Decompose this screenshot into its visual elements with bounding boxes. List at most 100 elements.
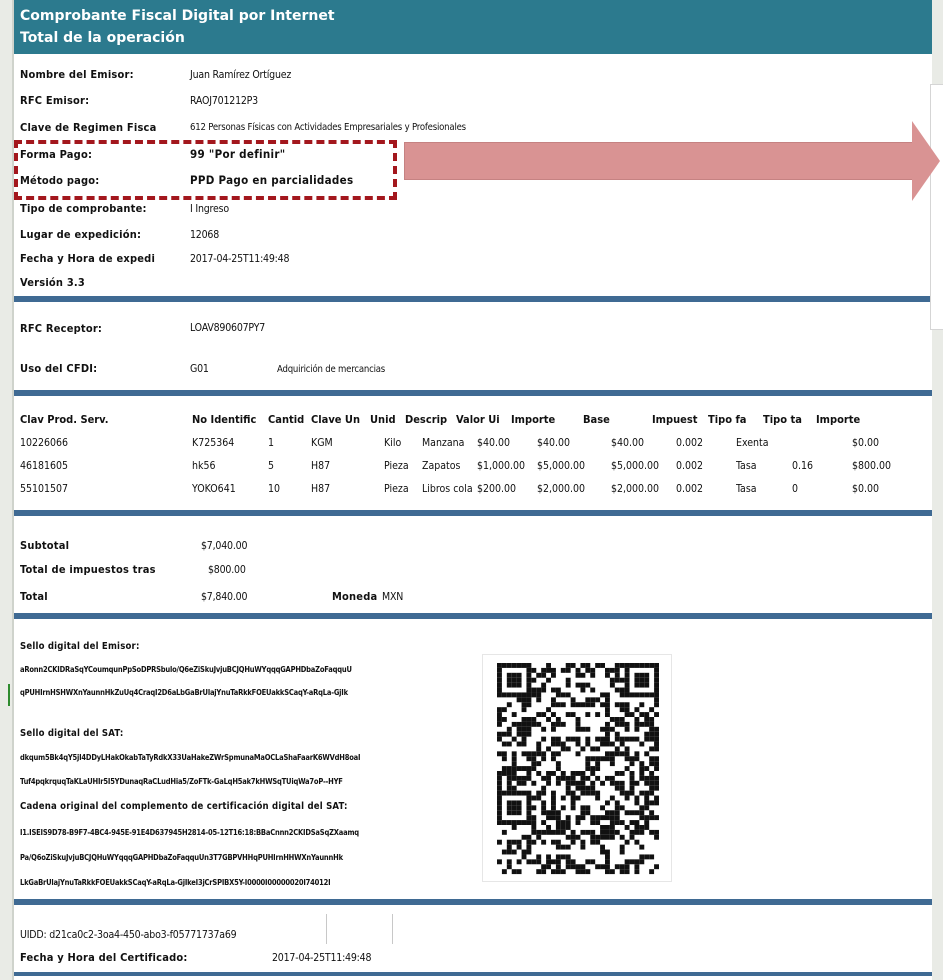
table-cell: Exenta xyxy=(736,437,769,449)
table-cell: 55101507 xyxy=(20,483,69,495)
fecha-expedicion-value: 2017-04-25T11:49:48 xyxy=(190,253,290,265)
table-cell: $5,000.00 xyxy=(611,460,660,472)
sello-emisor-label: Sello digital del Emisor: xyxy=(20,641,140,652)
invoice-title: Comprobante Fiscal Digital por Internet xyxy=(20,8,335,24)
arrow-head xyxy=(912,121,940,201)
section-divider xyxy=(14,296,932,302)
column-header: Clav Prod. Serv. xyxy=(20,413,109,426)
total-impuestos-label: Total de impuestos tras xyxy=(20,563,156,576)
cadena-original-label: Cadena original del complemento de certi… xyxy=(20,801,348,812)
table-cell: $2,000.00 xyxy=(537,483,586,495)
fecha-certificado-label: Fecha y Hora del Certificado: xyxy=(20,951,188,964)
sello-emisor-line: qPUHIrnHSHWXnYaunnHkZuUq4CraqI2D6aLbGaBr… xyxy=(20,688,348,697)
section-divider xyxy=(14,390,932,396)
fecha-expedicion-label: Fecha y Hora de expedi xyxy=(20,252,156,265)
tipo-comprobante-label: Tipo de comprobante: xyxy=(20,202,147,215)
column-header: Valor Ui xyxy=(456,413,500,426)
emisor-rfc-value: RAOJ701212P3 xyxy=(190,95,258,107)
tipo-comprobante-value: I Ingreso xyxy=(190,203,229,215)
table-cell: 0 xyxy=(792,483,799,495)
table-cell: $800.00 xyxy=(852,460,892,472)
sello-emisor-line: aRonn2CKIDRaSqYCoumqunPpSoDPRSbulo/Q6eZi… xyxy=(20,665,352,674)
subtotal-label: Subtotal xyxy=(20,539,70,552)
highlight-box xyxy=(14,140,397,200)
table-cell: 0.002 xyxy=(676,460,704,472)
divider xyxy=(326,914,327,944)
table-cell: $40.00 xyxy=(611,437,645,449)
regimen-value: 612 Personas Físicas con Actividades Emp… xyxy=(190,122,466,133)
table-cell: 0.002 xyxy=(676,437,704,449)
table-cell: 10226066 xyxy=(20,437,69,449)
table-cell: H87 xyxy=(311,483,331,495)
sello-sat-label: Sello digital del SAT: xyxy=(20,728,124,739)
table-cell: Pieza xyxy=(384,483,409,495)
fecha-certificado-value: 2017-04-25T11:49:48 xyxy=(272,952,372,964)
table-cell: $2,000.00 xyxy=(611,483,660,495)
table-cell: Tasa xyxy=(736,460,757,472)
table-cell: 10 xyxy=(268,483,281,495)
table-cell: $40.00 xyxy=(477,437,511,449)
column-header: Tipo fa xyxy=(708,413,747,426)
cadena-original-line: LkGaBrUlajYnuTaRkkFOEUakkSCaqY-aRqLa-GjI… xyxy=(20,878,331,887)
table-cell: Pieza xyxy=(384,460,409,472)
uso-cfdi-code: G01 xyxy=(190,363,209,375)
lugar-expedicion-value: 12068 xyxy=(190,229,220,241)
moneda-label: Moneda xyxy=(332,590,378,603)
column-header: Tipo ta xyxy=(763,413,802,426)
table-cell: Manzana xyxy=(422,437,465,449)
moneda-value: MXN xyxy=(382,591,404,603)
table-cell: Tasa xyxy=(736,483,757,495)
table-cell: $5,000.00 xyxy=(537,460,586,472)
regimen-label: Clave de Regimen Fisca xyxy=(20,121,157,134)
section-divider xyxy=(14,972,932,976)
qr-code-image xyxy=(497,663,659,875)
table-cell: 46181605 xyxy=(20,460,69,472)
table-cell: $1,000.00 xyxy=(477,460,526,472)
total-impuestos-value: $800.00 xyxy=(208,564,246,576)
table-cell: hk56 xyxy=(192,460,216,472)
column-header: Impuest xyxy=(652,413,698,426)
version-label: Versión 3.3 xyxy=(20,276,85,289)
sello-sat-line: dkqum5Bk4qY5jI4DDyLHakOkabTaTyRdkX33UaHa… xyxy=(20,753,361,762)
emisor-name-value: Juan Ramírez Ortíguez xyxy=(190,69,292,81)
uso-cfdi-description: Adquirición de mercancias xyxy=(277,364,386,375)
section-divider xyxy=(14,613,932,619)
column-header: Importe xyxy=(511,413,556,426)
emisor-name-label: Nombre del Emisor: xyxy=(20,68,134,81)
uso-cfdi-label: Uso del CFDI: xyxy=(20,362,98,375)
column-header: Importe xyxy=(816,413,861,426)
receptor-rfc-label: RFC Receptor: xyxy=(20,322,103,335)
divider xyxy=(392,914,393,944)
section-divider xyxy=(14,899,932,905)
table-cell: $200.00 xyxy=(477,483,517,495)
total-label: Total xyxy=(20,590,48,603)
table-cell: Libros cola xyxy=(422,483,473,495)
sello-sat-line: Tuf4pqkrquqTaKLaUHIr5I5YDunaqRaCLudHia5/… xyxy=(20,777,343,786)
table-cell: 0.16 xyxy=(792,460,814,472)
invoice-header: Comprobante Fiscal Digital por Internet … xyxy=(14,0,932,54)
uuid-text: UIDD: d21ca0c2-3oa4-450-abo3-f05771737a6… xyxy=(20,929,237,941)
table-cell: YOKO641 xyxy=(192,483,236,495)
cadena-original-line: I1.ISEIS9D78-B9F7-4BC4-945E-91E4D637945H… xyxy=(20,828,359,837)
table-cell: K725364 xyxy=(192,437,235,449)
table-cell: 5 xyxy=(268,460,275,472)
table-cell: Kilo xyxy=(384,437,402,449)
table-cell: Zapatos xyxy=(422,460,461,472)
arrow-shaft xyxy=(404,142,913,180)
table-cell: $0.00 xyxy=(852,483,880,495)
table-cell: $0.00 xyxy=(852,437,880,449)
column-header: Base xyxy=(583,413,610,426)
table-cell: 1 xyxy=(268,437,275,449)
cadena-original-line: Pa/Q6oZiSkuJvjuBCJQHuWYqqqGAPHDbaZoFaqqu… xyxy=(20,853,343,862)
receptor-rfc-value: LOAV890607PY7 xyxy=(190,322,266,334)
table-cell: 0.002 xyxy=(676,483,704,495)
column-header: No Identific xyxy=(192,413,257,426)
column-header: Unid xyxy=(370,413,396,426)
table-cell: $40.00 xyxy=(537,437,571,449)
emisor-rfc-label: RFC Emisor: xyxy=(20,94,90,107)
table-cell: KGM xyxy=(311,437,333,449)
section-divider xyxy=(14,510,932,516)
column-header: Descrip xyxy=(405,413,448,426)
invoice-subtitle: Total de la operación xyxy=(20,30,185,46)
table-cell: H87 xyxy=(311,460,331,472)
